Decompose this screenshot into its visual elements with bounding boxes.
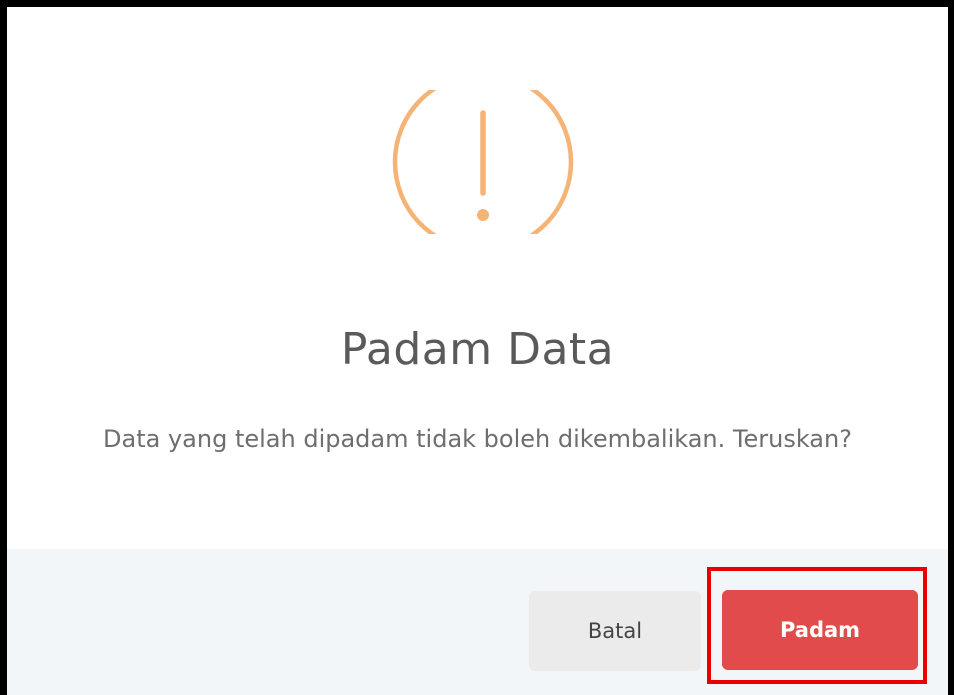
delete-button[interactable]: Padam	[722, 590, 918, 670]
delete-confirmation-dialog: Padam Data Data yang telah dipadam tidak…	[7, 7, 948, 695]
dialog-footer: Batal Padam	[7, 549, 948, 695]
frame-border-left	[0, 0, 7, 695]
screen: ▁▁▁▁▁▁ ▁▁ ▁▁▁▁▁ Padam Data Data yang tel…	[0, 0, 954, 695]
cancel-button[interactable]: Batal	[529, 591, 701, 671]
frame-border-right	[948, 0, 954, 695]
frame-border-top	[0, 0, 954, 7]
warning-exclamation-icon	[391, 90, 575, 234]
dialog-title: Padam Data	[340, 324, 615, 375]
dialog-message: Data yang telah dipadam tidak boleh dike…	[103, 425, 852, 453]
